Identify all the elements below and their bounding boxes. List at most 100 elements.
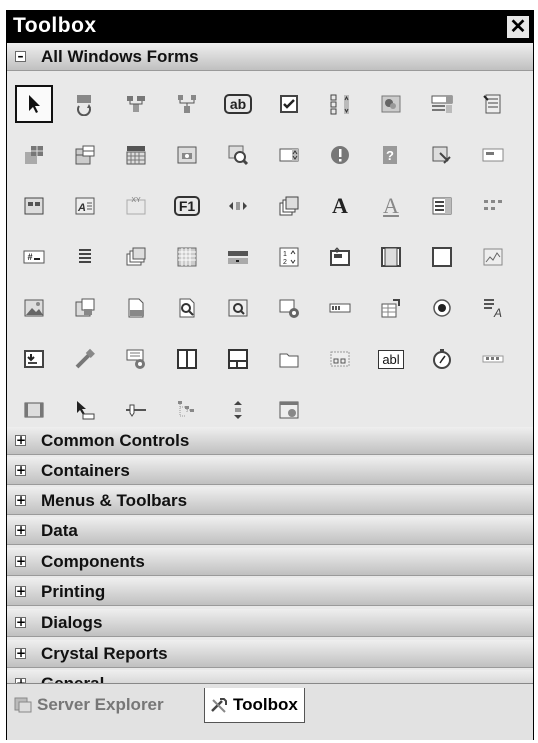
listbox-tool[interactable] bbox=[423, 187, 461, 225]
combo-box-icon bbox=[431, 95, 453, 113]
category-containers[interactable]: + Containers bbox=[7, 457, 533, 485]
printpreviewdialog-tool[interactable] bbox=[219, 289, 257, 327]
splitter-tool[interactable] bbox=[219, 340, 257, 378]
eventlog-tool[interactable] bbox=[423, 136, 461, 174]
category-dialogs[interactable]: + Dialogs bbox=[7, 609, 533, 637]
webbrowser-tool[interactable] bbox=[270, 391, 308, 429]
checkbox-tool[interactable] bbox=[270, 85, 308, 123]
process-icon bbox=[279, 299, 299, 318]
datetimepicker-tool[interactable] bbox=[117, 136, 155, 174]
button-tool[interactable]: ab bbox=[219, 85, 257, 123]
panel-tool[interactable] bbox=[423, 238, 461, 276]
picturebox-tool[interactable] bbox=[15, 289, 53, 327]
category-label: Menus & Toolbars bbox=[41, 491, 188, 510]
expand-icon[interactable]: + bbox=[15, 647, 26, 659]
tree-view-icon bbox=[178, 401, 194, 417]
numericupdown-tool[interactable]: 12 bbox=[270, 238, 308, 276]
combobox-tool[interactable] bbox=[423, 85, 461, 123]
linklabel-tool[interactable]: A bbox=[372, 187, 410, 225]
printdocument-tool[interactable] bbox=[117, 289, 155, 327]
menustrip-tool[interactable] bbox=[66, 238, 104, 276]
statusstrip-tool[interactable] bbox=[270, 340, 308, 378]
helpprovider-f1-tool[interactable]: F1 bbox=[168, 187, 206, 225]
category-all-windows-forms[interactable]: – All Windows Forms bbox=[7, 43, 533, 71]
treeview-tool[interactable] bbox=[168, 391, 206, 429]
maskedtextbox-tool[interactable]: # bbox=[15, 238, 53, 276]
category-printing[interactable]: + Printing bbox=[7, 578, 533, 606]
directoryentry-tool[interactable] bbox=[168, 136, 206, 174]
bindingnavigator-tool[interactable] bbox=[117, 85, 155, 123]
timer-icon bbox=[433, 349, 451, 369]
printpreviewcontrol-tool[interactable] bbox=[168, 289, 206, 327]
pagesetupdialog-tool[interactable] bbox=[372, 238, 410, 276]
category-data[interactable]: + Data bbox=[7, 517, 533, 545]
collapse-icon[interactable]: – bbox=[15, 50, 26, 62]
expand-icon[interactable]: + bbox=[15, 585, 26, 597]
process-tool[interactable] bbox=[270, 289, 308, 327]
tabcontrol-tool[interactable] bbox=[321, 340, 359, 378]
toolstripcontainer-tool[interactable] bbox=[15, 391, 53, 429]
savefiledialog-tool[interactable] bbox=[15, 340, 53, 378]
textbox-tool[interactable]: abl bbox=[372, 340, 410, 378]
propertygrid-tool[interactable] bbox=[372, 289, 410, 327]
contextmenustrip-tool[interactable] bbox=[474, 85, 512, 123]
expand-icon[interactable]: + bbox=[15, 524, 26, 536]
toolstrip-tool[interactable] bbox=[474, 340, 512, 378]
performancecounter-tool[interactable] bbox=[474, 238, 512, 276]
close-button[interactable]: ✕ bbox=[507, 16, 529, 38]
errorprovider-tool[interactable] bbox=[321, 136, 359, 174]
expand-icon[interactable]: + bbox=[15, 494, 26, 506]
flowlayoutpanel-tool[interactable] bbox=[15, 187, 53, 225]
notifyicon-tool[interactable] bbox=[219, 238, 257, 276]
openfiledialog-tool[interactable] bbox=[321, 238, 359, 276]
imagelist-tool[interactable] bbox=[270, 187, 308, 225]
splitcontainer-tool[interactable] bbox=[168, 340, 206, 378]
directory-searcher-icon bbox=[228, 145, 249, 166]
tooltip-tool[interactable] bbox=[66, 391, 104, 429]
checkedlistbox-tool[interactable] bbox=[321, 85, 359, 123]
monthcalendar-tool[interactable] bbox=[168, 238, 206, 276]
property-grid-icon bbox=[381, 299, 400, 318]
expand-icon[interactable]: + bbox=[15, 434, 26, 446]
hscrollbar-tool[interactable] bbox=[219, 187, 257, 225]
error-provider-icon bbox=[331, 146, 349, 164]
timer-tool[interactable] bbox=[423, 340, 461, 378]
vscrollbar-tool[interactable] bbox=[219, 391, 257, 429]
category-components[interactable]: + Components bbox=[7, 548, 533, 576]
category-common-controls[interactable]: + Common Controls bbox=[7, 427, 533, 455]
context-menu-strip-icon bbox=[483, 94, 501, 114]
fontdialog-tool[interactable]: A bbox=[66, 187, 104, 225]
service-controller-icon bbox=[126, 349, 145, 369]
tab-toolbox[interactable]: Toolbox bbox=[204, 688, 305, 723]
category-menus-toolbars[interactable]: + Menus & Toolbars bbox=[7, 487, 533, 515]
dataset-tool[interactable] bbox=[66, 136, 104, 174]
radiobutton-tool[interactable] bbox=[423, 289, 461, 327]
expand-icon[interactable]: + bbox=[15, 464, 26, 476]
button-icon: ab bbox=[223, 94, 253, 114]
directorysearcher-tool[interactable] bbox=[219, 136, 257, 174]
backgroundworker-tool[interactable] bbox=[66, 85, 104, 123]
server-explorer-icon bbox=[14, 697, 32, 713]
label-tool[interactable]: A bbox=[321, 187, 359, 225]
pointer-tool[interactable] bbox=[15, 85, 53, 123]
colordialog-tool[interactable] bbox=[372, 85, 410, 123]
category-crystal-reports[interactable]: + Crystal Reports bbox=[7, 640, 533, 668]
listview-tool[interactable] bbox=[474, 187, 512, 225]
helpprovider-tool[interactable]: ? bbox=[372, 136, 410, 174]
bindingsource-tool[interactable] bbox=[168, 85, 206, 123]
expand-icon[interactable]: + bbox=[15, 616, 26, 628]
menu-strip-icon bbox=[79, 249, 91, 263]
servicecontroller-tool[interactable] bbox=[117, 340, 155, 378]
filesystemwatcher-tool[interactable] bbox=[474, 136, 512, 174]
progressbar-tool[interactable] bbox=[321, 289, 359, 327]
richtextbox-tool[interactable]: A bbox=[474, 289, 512, 327]
tab-server-explorer[interactable]: Server Explorer bbox=[13, 688, 164, 722]
datagridview-tool[interactable] bbox=[15, 136, 53, 174]
expand-icon[interactable]: + bbox=[15, 555, 26, 567]
serialport-tool[interactable] bbox=[66, 340, 104, 378]
printdialog-tool[interactable] bbox=[66, 289, 104, 327]
groupbox-tool[interactable]: XY bbox=[117, 187, 155, 225]
trackbar-tool[interactable] bbox=[117, 391, 155, 429]
domainupdown-tool[interactable] bbox=[270, 136, 308, 174]
messagequeue-tool[interactable] bbox=[117, 238, 155, 276]
